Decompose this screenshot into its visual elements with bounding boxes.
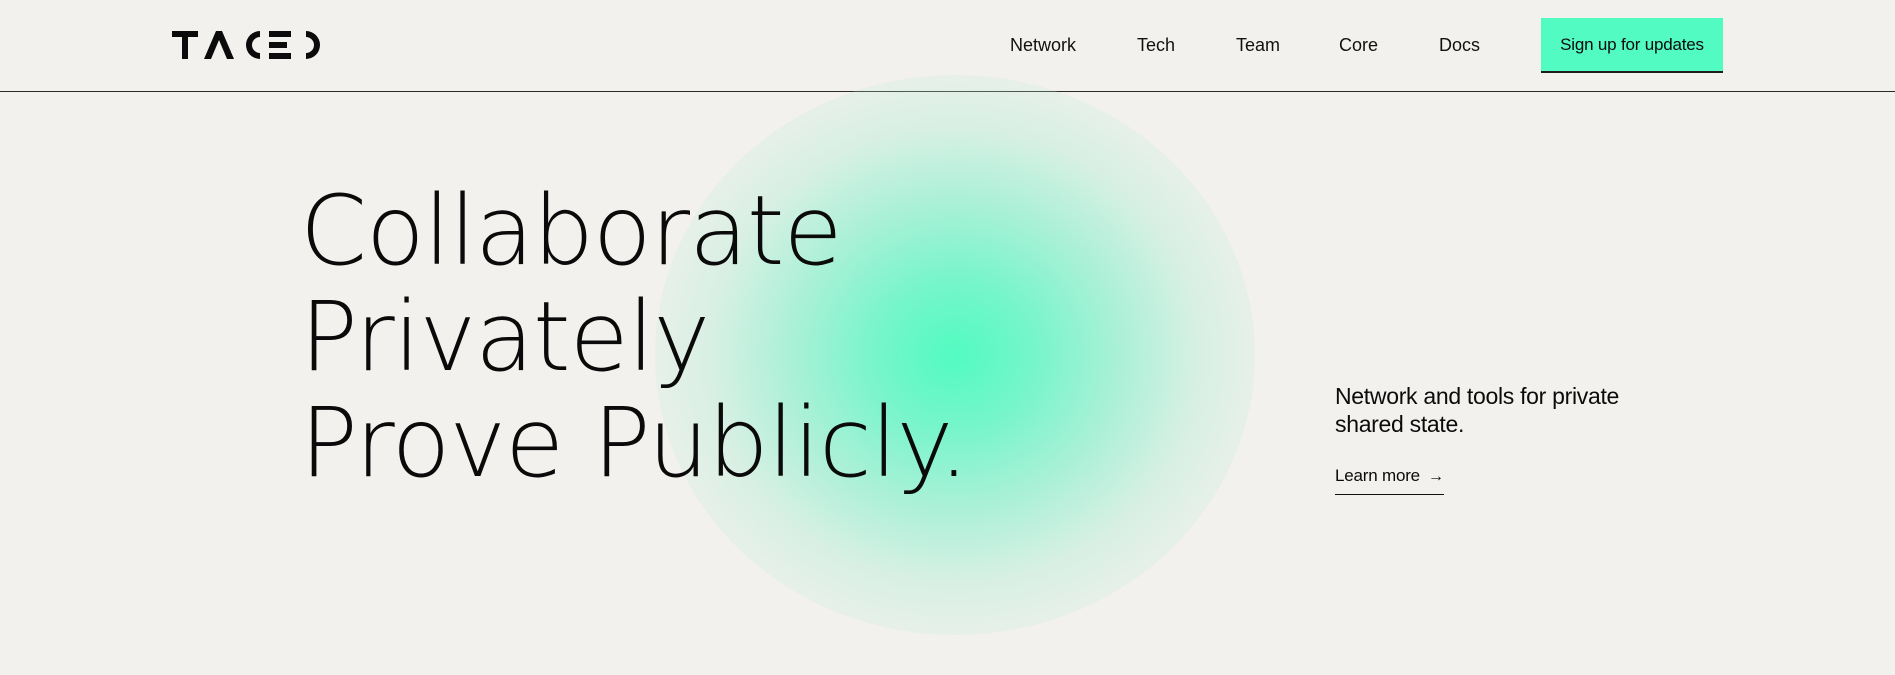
nav-link-team[interactable]: Team <box>1236 34 1280 56</box>
hero-line-collaborate: Collaborate <box>300 175 843 287</box>
sign-up-button[interactable]: Sign up for updates <box>1541 18 1723 73</box>
nav-link-docs[interactable]: Docs <box>1439 34 1480 56</box>
learn-more-label: Learn more <box>1335 466 1420 485</box>
nav-link-network[interactable]: Network <box>1010 34 1076 56</box>
hero-tagline: Network and tools for private shared sta… <box>1335 383 1620 437</box>
learn-more-link[interactable]: Learn more → <box>1335 464 1444 495</box>
hero-title: Collaborate Privately Prove Publicly. <box>300 175 969 499</box>
nav-link-tech[interactable]: Tech <box>1137 34 1175 56</box>
hero-line-privately: Privately <box>300 281 710 393</box>
arrow-right-icon: → <box>1427 468 1444 485</box>
hero-line-prove-publicly: Prove Publicly. <box>300 387 969 499</box>
nav-link-core[interactable]: Core <box>1339 34 1378 56</box>
